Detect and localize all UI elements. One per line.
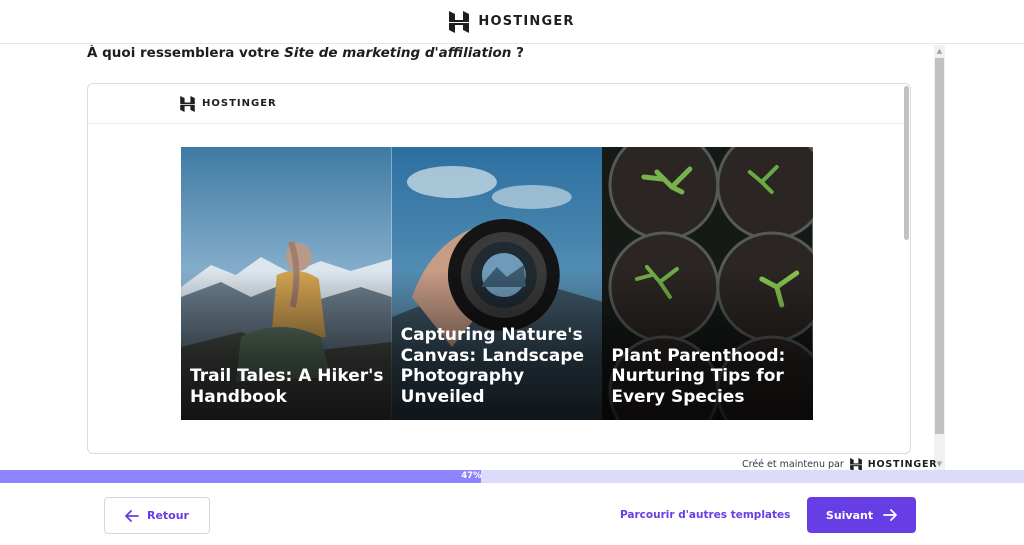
blog-card-grid: Trail Tales: A Hiker's Handbook Capturin… bbox=[181, 147, 814, 420]
blog-card[interactable]: Capturing Nature's Canvas: Landscape Pho… bbox=[391, 147, 603, 420]
scroll-up-arrow-icon[interactable]: ▲ bbox=[934, 45, 945, 57]
credit-brand: HOSTINGER bbox=[867, 459, 938, 470]
template-preview-frame[interactable]: HOSTINGER Trail Tales: A Hiker's Handboo… bbox=[87, 83, 911, 454]
blog-card-title: Trail Tales: A Hiker's Handbook bbox=[190, 366, 384, 407]
next-button[interactable]: Suivant bbox=[807, 497, 916, 533]
preview-scrollbar[interactable] bbox=[903, 84, 910, 453]
credit-text: Créé et maintenu par bbox=[742, 459, 844, 470]
browse-templates-link[interactable]: Parcourir d'autres templates bbox=[610, 497, 800, 534]
blog-card-title: Capturing Nature's Canvas: Landscape Pho… bbox=[400, 325, 585, 407]
back-button-label: Retour bbox=[146, 509, 189, 522]
preview-scrollbar-thumb[interactable] bbox=[904, 86, 909, 240]
blog-card[interactable]: Trail Tales: A Hiker's Handbook bbox=[181, 147, 392, 420]
hostinger-logo-icon bbox=[449, 10, 470, 33]
progress-label: 47% bbox=[461, 471, 482, 481]
arrow-right-icon bbox=[883, 509, 898, 521]
hostinger-logo[interactable]: HOSTINGER bbox=[449, 10, 575, 33]
blog-card[interactable]: Plant Parenthood: Nurturing Tips for Eve… bbox=[602, 147, 814, 420]
progress-fill bbox=[0, 470, 482, 483]
hostinger-logo-text: HOSTINGER bbox=[478, 14, 575, 29]
next-button-label: Suivant bbox=[825, 508, 874, 522]
blog-card-title: Plant Parenthood: Nurturing Tips for Eve… bbox=[611, 345, 786, 407]
top-header: HOSTINGER bbox=[0, 0, 1024, 44]
preview-site-header: HOSTINGER bbox=[88, 84, 910, 124]
title-prefix: À quoi ressemblera votre bbox=[87, 45, 285, 61]
progress-bar: 47% bbox=[0, 470, 1024, 483]
back-button[interactable]: Retour bbox=[104, 497, 210, 534]
page-title: À quoi ressemblera votre Site de marketi… bbox=[87, 45, 524, 61]
page-scrollbar[interactable]: ▲ ▼ bbox=[934, 45, 945, 470]
preview-logo-icon bbox=[180, 95, 195, 112]
arrow-left-icon bbox=[125, 509, 139, 522]
site-type: Site de marketing d'affiliation bbox=[284, 45, 512, 61]
preview-logo-text: HOSTINGER bbox=[202, 98, 277, 109]
page-scrollbar-thumb[interactable] bbox=[935, 58, 944, 434]
title-suffix: ? bbox=[511, 45, 524, 61]
